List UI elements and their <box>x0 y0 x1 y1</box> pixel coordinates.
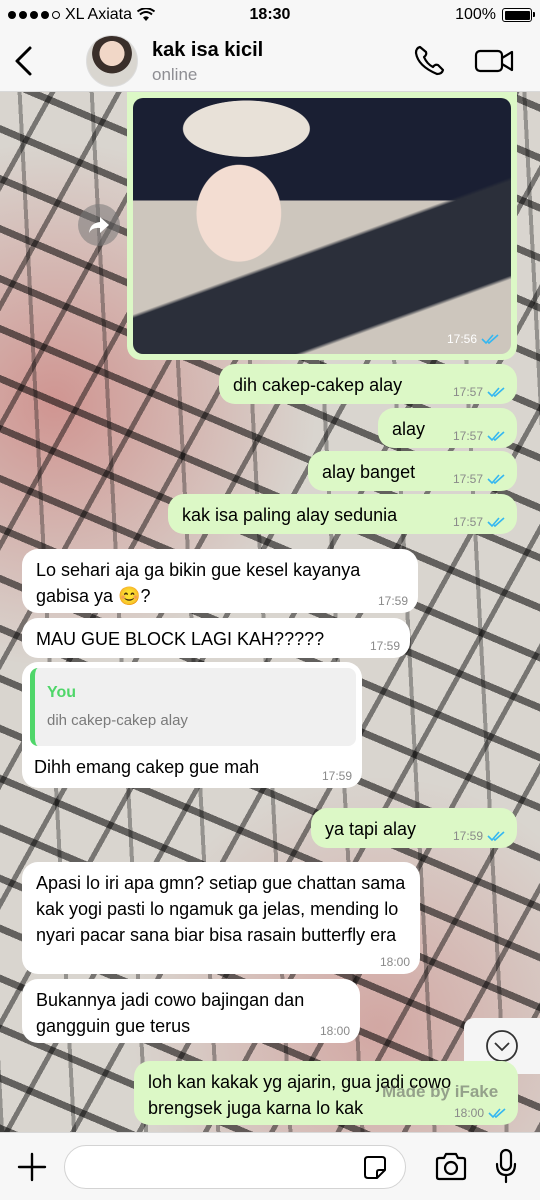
message-time: 17:57 <box>452 515 483 529</box>
message-meta: 17:57 <box>453 472 507 486</box>
message-time: 17:59 <box>452 829 483 843</box>
message-time: 17:57 <box>452 385 483 399</box>
contact-name[interactable]: kak isa kicil <box>152 39 263 62</box>
message-text: kak isa paling alay sedunia <box>182 505 398 525</box>
message-text: Apasi lo iri apa gmn? setiap gue chattan… <box>36 873 406 945</box>
quoted-text: dih cakep-cakep alay <box>47 712 188 729</box>
message-meta: 18:00 <box>380 955 410 969</box>
message-bubble[interactable]: ya tapi alay 17:59 <box>311 808 517 848</box>
message-text: Lo sehari aja ga bikin gue kesel kayanya… <box>36 560 361 606</box>
message-time: 17:59 <box>321 769 352 783</box>
message-bubble[interactable]: alay 17:57 <box>378 408 517 448</box>
sticker-icon[interactable] <box>361 1154 389 1182</box>
chevron-left-icon[interactable] <box>10 44 38 78</box>
quoted-message[interactable]: You dih cakep-cakep alay <box>30 668 356 746</box>
battery-area: 100% <box>455 6 535 24</box>
message-time: 18:00 <box>319 1024 350 1038</box>
message-meta: 17:57 <box>453 515 507 529</box>
chat-area[interactable]: 17:56 dih cakep-cakep alay 17:57 alay 17… <box>0 92 540 1132</box>
message-text: Bukannya jadi cowo bajingan dan gangguin… <box>36 990 305 1036</box>
microphone-icon[interactable] <box>494 1148 518 1184</box>
video-camera-icon[interactable] <box>474 47 514 75</box>
battery-percent: 100% <box>455 6 496 23</box>
chat-header: kak isa kicil online <box>0 30 540 92</box>
message-bubble[interactable]: alay banget 17:57 <box>308 451 517 491</box>
camera-icon[interactable] <box>434 1151 468 1183</box>
message-time: 17:59 <box>377 594 408 608</box>
contact-status: online <box>152 65 198 84</box>
message-text: dih cakep-cakep alay <box>233 375 403 395</box>
message-meta: 17:57 <box>453 385 507 399</box>
message-text: alay <box>392 419 426 439</box>
reply-message-bubble[interactable]: You dih cakep-cakep alay Dihh emang cake… <box>22 662 362 788</box>
message-bubble[interactable]: MAU GUE BLOCK LAGI KAH????? 17:59 <box>22 618 410 658</box>
message-meta: 17:57 <box>453 429 507 443</box>
plus-icon[interactable] <box>16 1151 48 1183</box>
message-time: 17:57 <box>452 429 483 443</box>
double-check-icon <box>487 831 505 842</box>
message-bubble[interactable]: Apasi lo iri apa gmn? setiap gue chattan… <box>22 862 420 974</box>
double-check-icon <box>487 517 505 528</box>
double-check-icon <box>487 387 505 398</box>
double-check-icon <box>487 474 505 485</box>
message-time: 18:00 <box>379 955 410 969</box>
watermark: Made by iFake <box>382 1082 499 1101</box>
message-meta: 17:56 <box>447 332 501 346</box>
message-meta: 17:59 <box>378 594 408 608</box>
battery-icon <box>502 8 535 22</box>
chevron-down-circle-icon <box>486 1030 518 1062</box>
forward-button[interactable] <box>78 204 120 246</box>
message-text: ya tapi alay <box>325 819 417 839</box>
message-meta: 18:00 <box>320 1024 350 1038</box>
double-check-icon <box>487 431 505 442</box>
message-bubble[interactable]: dih cakep-cakep alay 17:57 <box>219 364 517 404</box>
quoted-author: You <box>47 684 77 701</box>
message-bubble[interactable]: kak isa paling alay sedunia 17:57 <box>168 494 517 534</box>
image-message[interactable]: 17:56 <box>127 92 517 360</box>
message-input[interactable] <box>64 1145 406 1189</box>
status-bar: XL Axiata 18:30 100% <box>0 0 540 30</box>
message-time: 17:59 <box>369 639 400 653</box>
message-bubble[interactable]: Lo sehari aja ga bikin gue kesel kayanya… <box>22 549 418 613</box>
message-time: 17:56 <box>446 332 477 346</box>
message-time: 17:57 <box>452 472 483 486</box>
message-bubble[interactable]: Bukannya jadi cowo bajingan dan gangguin… <box>22 979 360 1043</box>
double-check-icon <box>481 334 499 345</box>
message-time: 18:00 <box>453 1106 484 1120</box>
photo[interactable]: 17:56 <box>133 98 511 354</box>
message-text: alay banget <box>322 462 416 482</box>
phone-icon[interactable] <box>412 44 446 78</box>
message-meta: 17:59 <box>322 769 352 783</box>
message-text: MAU GUE BLOCK LAGI KAH????? <box>36 629 325 649</box>
message-text: Dihh emang cakep gue mah <box>34 757 260 777</box>
input-bar <box>0 1132 540 1200</box>
message-meta: 17:59 <box>453 829 507 843</box>
battery-fill <box>504 10 530 20</box>
avatar[interactable] <box>86 35 138 87</box>
message-meta: 17:59 <box>370 639 400 653</box>
forward-icon <box>89 217 109 233</box>
message-meta: 18:00 <box>454 1106 508 1120</box>
double-check-icon <box>488 1108 506 1119</box>
